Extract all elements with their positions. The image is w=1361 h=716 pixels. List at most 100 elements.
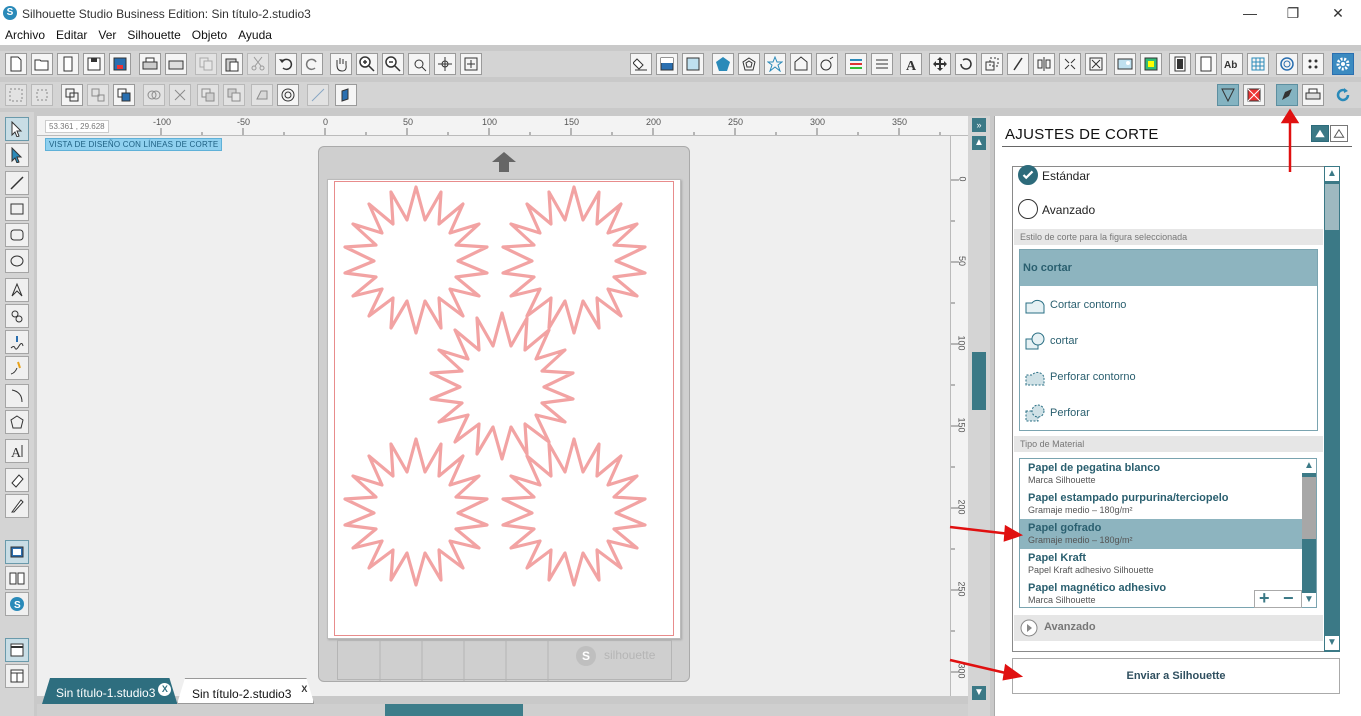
collapse-panel-icon[interactable]: »: [972, 118, 986, 132]
add-material-icon[interactable]: +: [1259, 588, 1270, 609]
cut-style-perforar-contorno[interactable]: Perforar contorno: [1020, 359, 1317, 395]
redo-icon[interactable]: [301, 53, 323, 75]
copy-icon[interactable]: [195, 53, 217, 75]
line-style-icon[interactable]: [845, 53, 867, 75]
design-page-icon[interactable]: [5, 540, 29, 564]
zoom-selection-icon[interactable]: [408, 53, 430, 75]
material-scroll-thumb[interactable]: [1302, 477, 1316, 539]
split-view-icon[interactable]: [5, 664, 29, 688]
scroll-down-icon[interactable]: ▼: [972, 686, 986, 700]
settings-gear-icon[interactable]: [1332, 53, 1354, 75]
cut-style-cortar-contorno[interactable]: Cortar contorno: [1020, 287, 1317, 323]
fit-to-page-icon[interactable]: [460, 53, 482, 75]
close-window-button[interactable]: ✕: [1315, 2, 1361, 24]
undo-icon[interactable]: [275, 53, 297, 75]
tab-sin-titulo-2[interactable]: Sin título-2.studio3 X: [177, 678, 314, 704]
dots-icon[interactable]: [1302, 53, 1324, 75]
knife-tool-icon[interactable]: [5, 494, 29, 518]
basic-shapes-icon[interactable]: [712, 53, 734, 75]
drag-zoom-icon[interactable]: [434, 53, 456, 75]
close-tab-icon[interactable]: X: [301, 684, 307, 694]
ellipse-tool-icon[interactable]: [5, 249, 29, 273]
design-view-icon[interactable]: [1217, 84, 1239, 106]
menu-ver[interactable]: Ver: [93, 26, 122, 44]
advanced-section[interactable]: Avanzado: [1014, 615, 1323, 641]
panel-collapse-icon[interactable]: [1330, 125, 1348, 142]
library-icon[interactable]: [57, 53, 79, 75]
weld-icon[interactable]: [143, 84, 165, 106]
material-scroll-up-icon[interactable]: ▲: [1302, 459, 1316, 473]
bring-front-icon[interactable]: [113, 84, 135, 106]
panel-scroll-down-icon[interactable]: ▼: [1325, 636, 1339, 650]
radio-avanzado[interactable]: [1018, 199, 1038, 219]
line-tool-icon[interactable]: [5, 171, 29, 195]
eraser-shape-icon[interactable]: [251, 84, 273, 106]
menu-silhouette[interactable]: Silhouette: [122, 26, 186, 44]
replicate-icon[interactable]: [790, 53, 812, 75]
cut-settings-tab-icon[interactable]: [1276, 84, 1298, 106]
make-compound-icon[interactable]: [61, 84, 83, 106]
menu-editar[interactable]: Editar: [51, 26, 93, 44]
rotate-icon[interactable]: [955, 53, 977, 75]
horizontal-scroll-thumb[interactable]: [385, 704, 523, 716]
rounded-rectangle-tool-icon[interactable]: [5, 223, 29, 247]
save-icon[interactable]: [83, 53, 105, 75]
cut-icon[interactable]: [247, 53, 269, 75]
eraser-tool-icon[interactable]: [5, 468, 29, 492]
scale-icon[interactable]: [981, 53, 1003, 75]
silhouette-store-icon[interactable]: S: [5, 592, 29, 616]
print-icon[interactable]: [139, 53, 161, 75]
modify-icon[interactable]: [816, 53, 838, 75]
paste-icon[interactable]: [221, 53, 243, 75]
library-book-icon[interactable]: [5, 566, 29, 590]
menu-objeto[interactable]: Objeto: [187, 26, 233, 44]
freehand-tool-icon[interactable]: [5, 330, 29, 354]
save-to-library-icon[interactable]: [109, 53, 131, 75]
select-tool-icon[interactable]: [5, 117, 29, 141]
material-item[interactable]: Papel Kraft Papel Kraft adhesivo Silhoue…: [1020, 549, 1302, 579]
workspace-vertical-scrollbar[interactable]: » ▲ ▼: [968, 116, 990, 716]
print-cut-border-icon[interactable]: [1140, 53, 1162, 75]
pan-hand-icon[interactable]: [330, 53, 352, 75]
material-item[interactable]: Papel estampado purpurina/terciopelo Gra…: [1020, 489, 1302, 519]
send-tab-icon[interactable]: [1302, 84, 1324, 106]
text-tool-icon[interactable]: A: [5, 439, 29, 463]
scroll-thumb[interactable]: [972, 352, 986, 410]
print-cut-icon[interactable]: [165, 53, 187, 75]
menu-archivo[interactable]: Archivo: [0, 26, 51, 44]
smooth-freehand-tool-icon[interactable]: [5, 356, 29, 380]
page-icon[interactable]: [1195, 53, 1217, 75]
zoom-out-icon[interactable]: [382, 53, 404, 75]
trace-image-icon[interactable]: [1114, 53, 1136, 75]
replicate-pattern-icon[interactable]: [1059, 53, 1081, 75]
remove-material-icon[interactable]: −: [1283, 588, 1294, 609]
panel-scrollbar[interactable]: ▲ ▼: [1324, 166, 1340, 652]
transform-icon[interactable]: [929, 53, 951, 75]
panel-scroll-up-icon[interactable]: ▲: [1325, 167, 1339, 181]
zoom-in-icon[interactable]: [356, 53, 378, 75]
sketch-icon[interactable]: [307, 84, 329, 106]
mirror-icon[interactable]: [223, 84, 245, 106]
release-compound-icon[interactable]: [87, 84, 109, 106]
tab-sin-titulo-1[interactable]: Sin título-1.studio3 X: [42, 678, 177, 704]
ungroup-icon[interactable]: [31, 84, 53, 106]
edit-points-icon[interactable]: [5, 143, 29, 167]
polygon-tool-icon[interactable]: [5, 278, 29, 302]
align-icon[interactable]: [1033, 53, 1055, 75]
line-weight-icon[interactable]: [871, 53, 893, 75]
regular-polygon-tool-icon[interactable]: [5, 410, 29, 434]
store-icon[interactable]: [1243, 84, 1265, 106]
group-icon[interactable]: [5, 84, 27, 106]
minimize-button[interactable]: —: [1227, 2, 1273, 24]
single-view-icon[interactable]: [5, 638, 29, 662]
gradient-icon[interactable]: [656, 53, 678, 75]
delete-icon[interactable]: [169, 84, 191, 106]
registration-marks-icon[interactable]: [1276, 53, 1298, 75]
nesting-icon[interactable]: [1085, 53, 1107, 75]
cut-style-no-cortar[interactable]: No cortar: [1020, 250, 1317, 286]
pattern-icon[interactable]: [682, 53, 704, 75]
offset-circles-icon[interactable]: [277, 84, 299, 106]
open-file-icon[interactable]: [31, 53, 53, 75]
3d-box-icon[interactable]: [335, 84, 357, 106]
material-item-selected[interactable]: Papel gofrado Gramaje medio – 180g/m²: [1020, 519, 1302, 549]
